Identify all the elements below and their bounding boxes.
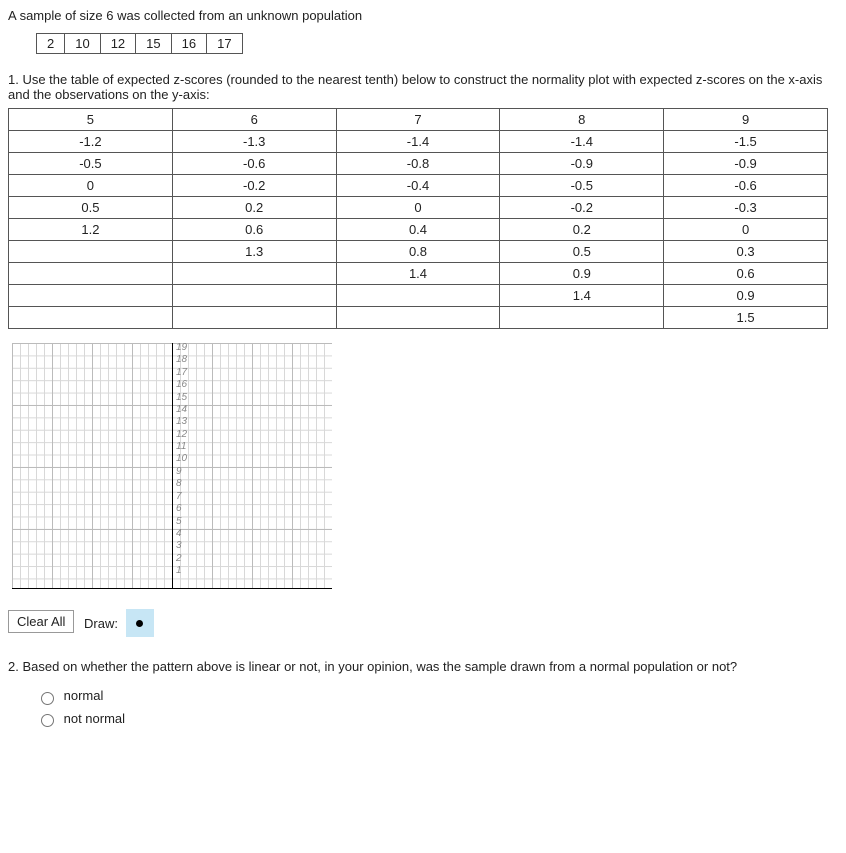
ztable-cell: -0.2 — [172, 175, 336, 197]
ytick: 3 — [176, 540, 182, 551]
ztable-cell: 1.2 — [9, 219, 173, 241]
ztable-cell — [500, 307, 664, 329]
ztable-header: 5 — [9, 109, 173, 131]
ztable-cell: 1.4 — [500, 285, 664, 307]
ztable-cell — [172, 307, 336, 329]
ytick: 5 — [176, 516, 182, 527]
ztable-cell — [336, 285, 500, 307]
option-normal[interactable]: normal — [36, 688, 103, 703]
sample-cell: 17 — [207, 34, 242, 54]
ztable-header: 6 — [172, 109, 336, 131]
ztable-cell: -1.3 — [172, 131, 336, 153]
ztable-cell: -0.5 — [500, 175, 664, 197]
ztable-cell: -0.6 — [664, 175, 828, 197]
question-2-text: 2. Based on whether the pattern above is… — [8, 659, 838, 674]
ztable-cell: 1.3 — [172, 241, 336, 263]
ytick: 15 — [176, 392, 187, 403]
ztable-cell: 1.5 — [664, 307, 828, 329]
ztable-cell: -0.9 — [664, 153, 828, 175]
draw-point-tool[interactable] — [126, 609, 154, 637]
ztable-header: 7 — [336, 109, 500, 131]
ztable-cell: -1.5 — [664, 131, 828, 153]
dot-icon — [136, 620, 143, 627]
ztable-cell: -0.8 — [336, 153, 500, 175]
ytick: 13 — [176, 416, 187, 427]
option-not-normal-label: not normal — [64, 711, 125, 726]
ztable-cell: 0.2 — [500, 219, 664, 241]
ytick: 6 — [176, 503, 182, 514]
radio-normal[interactable] — [41, 692, 54, 705]
ztable-cell — [9, 263, 173, 285]
sample-cell: 15 — [136, 34, 171, 54]
ytick: 1 — [176, 565, 182, 576]
ytick: 9 — [176, 466, 182, 477]
ztable-cell — [9, 241, 173, 263]
ztable-cell: 0.4 — [336, 219, 500, 241]
ztable-cell: -1.4 — [500, 131, 664, 153]
option-not-normal[interactable]: not normal — [36, 711, 125, 726]
ytick: 7 — [176, 491, 182, 502]
ytick: 8 — [176, 478, 182, 489]
sample-cell: 10 — [65, 34, 100, 54]
sample-cell: 12 — [100, 34, 135, 54]
ztable-cell: -0.5 — [9, 153, 173, 175]
ztable-cell — [9, 307, 173, 329]
ytick: 19 — [176, 342, 187, 353]
ztable-cell: 0.3 — [664, 241, 828, 263]
ztable-cell: 0 — [9, 175, 173, 197]
ytick: 18 — [176, 354, 187, 365]
ztable-cell: 0.9 — [664, 285, 828, 307]
sample-cell: 16 — [171, 34, 206, 54]
ztable-cell: 0 — [664, 219, 828, 241]
ztable-cell: 1.4 — [336, 263, 500, 285]
ztable-cell — [172, 285, 336, 307]
ztable-cell: -0.3 — [664, 197, 828, 219]
normality-plot-canvas[interactable]: 19 18 17 16 15 14 13 12 11 10 9 8 7 6 5 … — [12, 343, 332, 603]
ytick: 12 — [176, 429, 187, 440]
ytick: 17 — [176, 367, 187, 378]
ytick: 14 — [176, 404, 187, 415]
ztable-cell: 0 — [336, 197, 500, 219]
ytick: 11 — [176, 441, 186, 452]
sample-cell: 2 — [37, 34, 65, 54]
ztable-cell — [336, 307, 500, 329]
ztable-cell: 0.9 — [500, 263, 664, 285]
sample-values-table: 2 10 12 15 16 17 — [36, 33, 243, 54]
ztable-cell — [172, 263, 336, 285]
radio-not-normal[interactable] — [41, 714, 54, 727]
ytick: 4 — [176, 528, 182, 539]
ztable-cell: 0.5 — [9, 197, 173, 219]
ztable-header: 8 — [500, 109, 664, 131]
ytick: 16 — [176, 379, 187, 390]
ytick: 10 — [176, 453, 187, 464]
ztable-cell: -0.2 — [500, 197, 664, 219]
ytick: 2 — [176, 553, 182, 564]
question-1-text: 1. Use the table of expected z-scores (r… — [8, 72, 838, 102]
intro-text: A sample of size 6 was collected from an… — [8, 8, 838, 23]
ztable-cell: -0.4 — [336, 175, 500, 197]
y-axis — [172, 343, 173, 589]
ztable-cell: 0.8 — [336, 241, 500, 263]
ztable-cell: 0.2 — [172, 197, 336, 219]
ztable-cell: -0.9 — [500, 153, 664, 175]
ztable-cell: -1.4 — [336, 131, 500, 153]
option-normal-label: normal — [64, 688, 104, 703]
ztable-cell: 0.6 — [664, 263, 828, 285]
draw-label: Draw: — [84, 616, 118, 631]
ztable-cell: 0.5 — [500, 241, 664, 263]
ztable-cell: -1.2 — [9, 131, 173, 153]
ztable-cell: -0.6 — [172, 153, 336, 175]
zscore-table: 5 6 7 8 9 -1.2-1.3-1.4-1.4-1.5 -0.5-0.6-… — [8, 108, 828, 329]
ztable-cell — [9, 285, 173, 307]
ztable-header: 9 — [664, 109, 828, 131]
ztable-cell: 0.6 — [172, 219, 336, 241]
clear-all-button[interactable]: Clear All — [8, 610, 74, 633]
